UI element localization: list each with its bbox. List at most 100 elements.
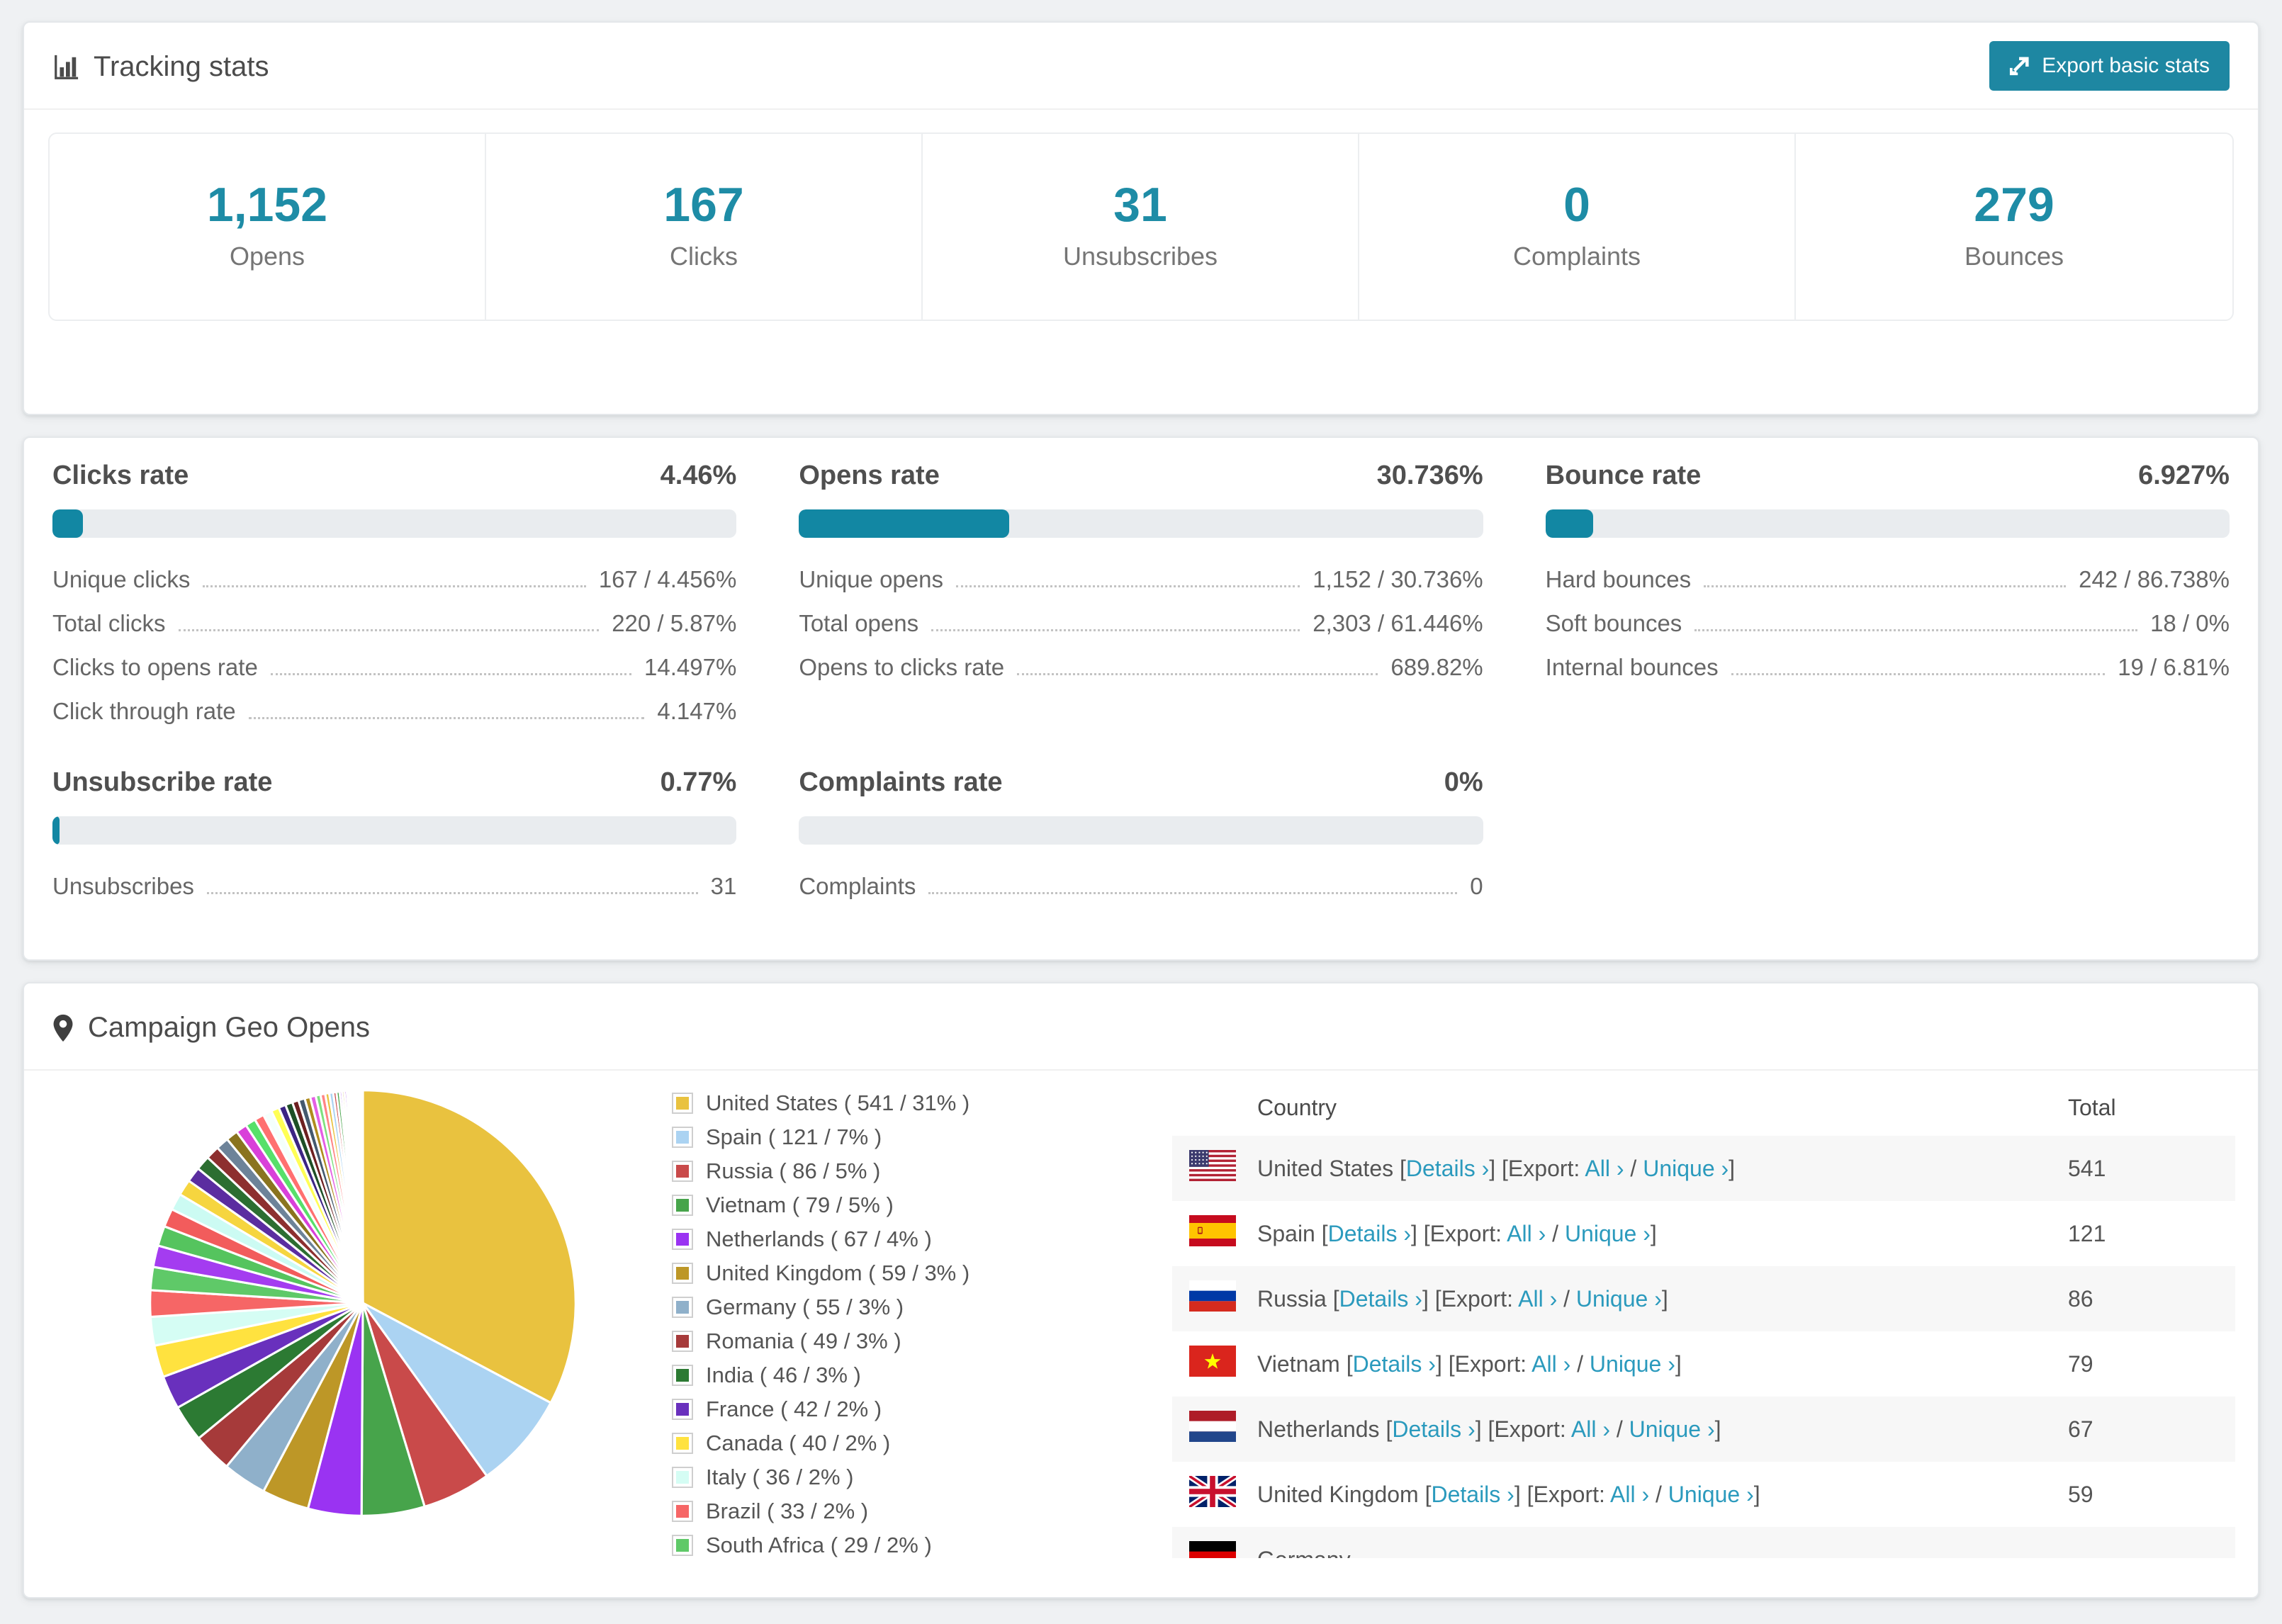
rate-stat-unique-clicks: Unique clicks 167 / 4.456% [52,566,736,593]
rate-stat-unsubscribes: Unsubscribes 31 [52,873,736,900]
summary-value: 279 [1974,178,2055,232]
country-flag-cell [1172,1266,1240,1331]
geo-legend: United States ( 541 / 31% ) Spain ( 121 /… [672,1079,1172,1567]
rate-stat-unique-opens: Unique opens 1,152 / 30.736% [799,566,1483,593]
geo-header: Campaign Geo Opens [24,983,2258,1071]
country-flag-cell [1172,1331,1240,1397]
legend-swatch [672,1297,693,1318]
details-link-vietnam[interactable]: Details › [1353,1351,1436,1377]
rate-section-opens-rate: Opens rate 30.736% Unique opens 1,152 / 3… [799,461,1483,725]
rate-value: 30.736% [1376,461,1483,490]
dotted-leader [248,717,645,719]
dotted-leader [203,585,586,587]
legend-swatch [672,1093,693,1114]
details-link-netherlands[interactable]: Details › [1392,1416,1475,1442]
dotted-leader [206,892,698,894]
progress-bar [52,509,737,538]
legend-label: South Africa ( 29 / 2% ) [706,1533,932,1557]
export-unique-link-russia[interactable]: Unique › [1576,1286,1662,1312]
progress-fill [52,509,84,538]
legend-item-united-kingdom: United Kingdom ( 59 / 3% ) [672,1261,1172,1286]
summary-stat-clicks: 167 Clicks [486,134,923,320]
legend-item-brazil: Brazil ( 33 / 2% ) [672,1499,1172,1524]
summary-stats-row: 1,152 Opens 167 Clicks 31 Unsubscribes 0 Compla… [48,132,2234,321]
rate-stat-internal-bounces: Internal bounces 19 / 6.81% [1546,654,2230,681]
map-pin-icon [53,1014,73,1042]
rate-stat-total-opens: Total opens 2,303 / 61.446% [799,610,1483,637]
legend-label: France ( 42 / 2% ) [706,1397,882,1421]
stat-label: Total opens [799,610,919,636]
country-cell: Netherlands [Details ›] [Export: All › /… [1257,1416,1721,1442]
legend-item-south-africa: South Africa ( 29 / 2% ) [672,1533,1172,1558]
details-link-russia[interactable]: Details › [1339,1286,1422,1312]
export-all-link-spain[interactable]: All › [1507,1221,1546,1246]
stat-value: 242 / 86.738% [2079,566,2230,592]
export-unique-link-netherlands[interactable]: Unique › [1629,1416,1715,1442]
export-unique-link-vietnam[interactable]: Unique › [1590,1351,1675,1377]
flag-column-header [1172,1079,1240,1136]
legend-swatch [672,1433,693,1454]
export-basic-stats-button[interactable]: Export basic stats [1989,41,2230,91]
legend-label: United Kingdom ( 59 / 3% ) [706,1261,970,1285]
export-all-link-vietnam[interactable]: All › [1531,1351,1570,1377]
export-unique-link-spain[interactable]: Unique › [1565,1221,1651,1246]
legend-item-netherlands: Netherlands ( 67 / 4% ) [672,1227,1172,1252]
legend-label: India ( 46 / 3% ) [706,1363,861,1387]
dotted-leader [955,585,1300,587]
details-link-united-states[interactable]: Details › [1406,1156,1489,1181]
geo-table-row-united-kingdom: United Kingdom [Details ›] [Export: All … [1172,1462,2235,1527]
details-link-spain[interactable]: Details › [1328,1221,1411,1246]
geo-table-row-russia: Russia [Details ›] [Export: All › / Uniq… [1172,1266,2235,1331]
tracking-stats-title: Tracking stats [52,51,269,83]
pie-svg [149,1089,577,1517]
export-all-link-united-states[interactable]: All › [1585,1156,1624,1181]
export-all-link-netherlands[interactable]: All › [1571,1416,1610,1442]
stat-value: 14.497% [644,654,737,680]
country-flag-cell [1172,1527,1240,1558]
country-name: Russia [1257,1285,1327,1312]
summary-label: Unsubscribes [1062,241,1218,271]
details-link-united-kingdom[interactable]: Details › [1431,1482,1514,1507]
export-unique-link-united-kingdom[interactable]: Unique › [1668,1482,1754,1507]
rate-stat-soft-bounces: Soft bounces 18 / 0% [1546,610,2230,637]
dotted-leader [178,629,600,631]
legend-label: Netherlands ( 67 / 4% ) [706,1227,932,1251]
stat-label: Hard bounces [1545,566,1692,592]
country-name: Vietnam [1257,1350,1340,1377]
rate-section-clicks-rate: Clicks rate 4.46% Unique clicks 167 / 4.4… [52,461,737,725]
flag-ru-icon [1189,1280,1236,1312]
dotted-leader [1694,629,2138,631]
stat-value: 1,152 / 30.736% [1313,566,1483,592]
stat-label: Click through rate [52,698,236,724]
stat-value: 167 / 4.456% [598,566,737,592]
legend-swatch [672,1399,693,1420]
geo-table: Country Total United States [Details ›] … [1172,1079,2235,1558]
export-unique-link-united-states[interactable]: Unique › [1643,1156,1729,1181]
legend-label: Vietnam ( 79 / 5% ) [706,1192,894,1217]
geo-body: United States ( 541 / 31% ) Spain ( 121 /… [24,1071,2258,1567]
geo-table-row-vietnam: Vietnam [Details ›] [Export: All › / Uni… [1172,1331,2235,1397]
stat-label: Total clicks [52,610,166,636]
progress-fill [1545,509,1593,538]
legend-swatch [672,1365,693,1386]
bar-chart-icon [55,55,79,79]
total-cell: 541 [2068,1155,2106,1181]
export-all-link-russia[interactable]: All › [1518,1286,1557,1312]
country-cell: United Kingdom [Details ›] [Export: All … [1257,1481,1760,1507]
summary-label: Bounces [1964,241,2064,271]
legend-label: Italy ( 36 / 2% ) [706,1465,854,1489]
dotted-leader [928,892,1458,894]
legend-label: Romania ( 49 / 3% ) [706,1329,901,1353]
total-cell: 79 [2068,1350,2093,1377]
summary-value: 0 [1563,178,1590,232]
country-cell: Spain [Details ›] [Export: All › / Uniqu… [1257,1220,1657,1246]
rate-stat-click-through-rate: Click through rate 4.147% [52,698,736,725]
flag-gb-icon [1187,1473,1238,1510]
legend-item-romania: Romania ( 49 / 3% ) [672,1329,1172,1354]
country-flag-cell [1172,1136,1240,1201]
stat-value: 31 [710,873,737,899]
flag-de-icon [1189,1541,1236,1558]
flag-nl-icon [1189,1411,1236,1442]
export-all-link-united-kingdom[interactable]: All › [1610,1482,1649,1507]
total-cell [2051,1527,2235,1558]
